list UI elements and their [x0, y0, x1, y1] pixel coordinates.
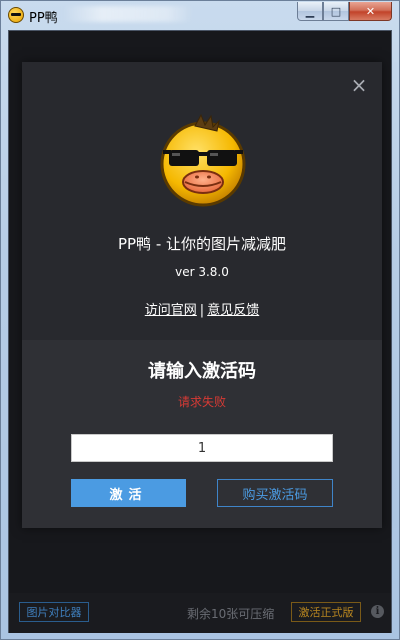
close-icon[interactable]: ×: [350, 75, 368, 95]
duck-logo-icon: [160, 113, 246, 207]
feedback-link[interactable]: 意见反馈: [207, 303, 259, 318]
maximize-button[interactable]: □: [323, 2, 349, 21]
activation-code-input[interactable]: [71, 434, 333, 462]
minimize-button[interactable]: ▁: [297, 2, 323, 21]
activation-error-message: 请求失败: [177, 395, 226, 409]
activation-title: 请输入激活码: [148, 361, 256, 382]
link-separator: |: [199, 303, 205, 318]
bottom-toolbar: 图片对比器 剩余10张可压缩 激活正式版 i: [9, 593, 391, 633]
version-label: ver 3.8.0: [175, 265, 229, 279]
about-activation-dialog: × PP鸭 - 让你的图片减减肥 ver 3.8.0 访问官网 | 意见反馈 请…: [22, 62, 382, 528]
about-links: 访问官网 | 意见反馈: [22, 299, 382, 318]
buy-activation-code-button[interactable]: 购买激活码: [217, 479, 333, 507]
activate-button[interactable]: 激活: [71, 479, 186, 507]
activation-panel: 请输入激活码 请求失败 激活 购买激活码: [22, 340, 382, 528]
image-compare-button[interactable]: 图片对比器: [19, 602, 89, 622]
visit-website-link[interactable]: 访问官网: [145, 303, 197, 318]
close-window-button[interactable]: ✕: [349, 2, 392, 21]
info-icon[interactable]: i: [371, 605, 384, 618]
remaining-count-text: 剩余10张可压缩: [187, 607, 275, 621]
window-title: PP鸭: [29, 11, 58, 26]
title-bar[interactable]: PP鸭 ▁ □ ✕: [1, 1, 399, 29]
client-area: × PP鸭 - 让你的图片减减肥 ver 3.8.0 访问官网 | 意见反馈 请…: [8, 30, 392, 633]
title-blur: [63, 6, 193, 22]
window-controls: ▁ □ ✕: [297, 2, 392, 21]
app-duck-icon: [8, 7, 24, 23]
activate-pro-button[interactable]: 激活正式版: [291, 602, 361, 622]
app-window: PP鸭 ▁ □ ✕ × PP鸭 - 让你的图片减减肥 ver 3.8.0 访问官…: [0, 0, 400, 640]
app-name-title: PP鸭 - 让你的图片减减肥: [117, 235, 287, 253]
